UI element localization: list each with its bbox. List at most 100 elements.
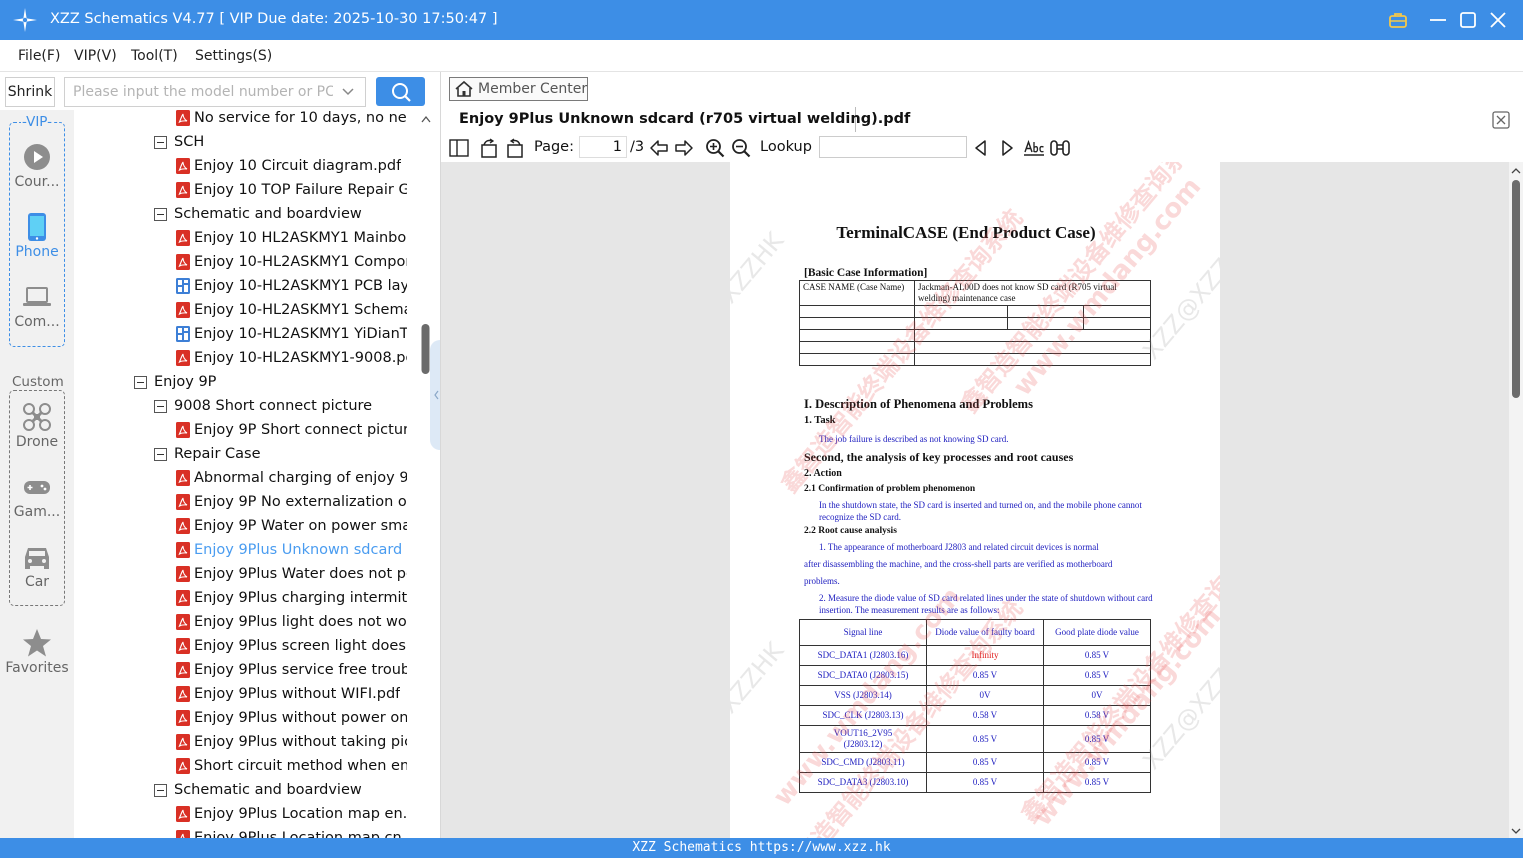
- tree-item-label: Enjoy 9Plus without taking picture: [194, 734, 407, 750]
- tree-file[interactable]: Enjoy 9Plus Unknown sdcard (r705: [176, 538, 407, 562]
- tree-file[interactable]: Enjoy 10 HL2ASKMY1 Mainboard: [176, 226, 407, 250]
- drone-icon: [23, 403, 51, 431]
- tree-file[interactable]: Enjoy 9Plus without taking picture: [176, 730, 407, 754]
- find-all-button[interactable]: [1049, 137, 1071, 159]
- tree-file[interactable]: Enjoy 9Plus screen light does not: [176, 634, 407, 658]
- tree-file[interactable]: No service for 10 days, no network: [176, 110, 407, 130]
- menu-tool[interactable]: Tool(T): [131, 48, 178, 64]
- lookup-label: Lookup: [760, 139, 812, 155]
- minimize-button[interactable]: [1426, 8, 1450, 32]
- app-logo-icon: [13, 8, 37, 32]
- pdf-viewer[interactable]: TerminalCASE (End Product Case) [Basic C…: [441, 162, 1523, 838]
- pdf-file-icon: [176, 638, 190, 654]
- find-previous-button[interactable]: [971, 137, 991, 159]
- tree-file[interactable]: Enjoy 10-HL2ASKMY1 PCB layer: [176, 274, 407, 298]
- match-case-button[interactable]: [1023, 137, 1045, 159]
- sidebar-item-game[interactable]: Gam...: [0, 472, 74, 520]
- tree-file[interactable]: Enjoy 9Plus service free trouble: [176, 658, 407, 682]
- collapse-toggle-icon[interactable]: [134, 375, 147, 389]
- toggle-thumbnails-button[interactable]: [449, 137, 469, 159]
- tree-file[interactable]: Enjoy 9Plus Location map en.pdf: [176, 802, 407, 826]
- doc-section-2: Second, the analysis of key processes an…: [804, 450, 1074, 464]
- collapse-toggle-icon[interactable]: [154, 207, 167, 221]
- rotate-right-button[interactable]: [505, 137, 525, 159]
- viewer-scroll-thumb[interactable]: [1512, 180, 1520, 398]
- search-input[interactable]: [73, 82, 333, 102]
- chevron-down-icon[interactable]: [341, 85, 355, 99]
- page-number-input[interactable]: [579, 136, 627, 158]
- tree-file[interactable]: Abnormal charging of enjoy 9P: [176, 466, 407, 490]
- doc-paragraph-2-2a: 1. The appearance of motherboard J2803 a…: [819, 542, 1099, 552]
- tree-folder[interactable]: Enjoy 9P: [134, 370, 407, 394]
- sidebar-item-computer[interactable]: Com...: [0, 282, 74, 330]
- tree-file[interactable]: Enjoy 9Plus light does not work: [176, 610, 407, 634]
- pdf-file-icon: [176, 254, 190, 270]
- tab-document[interactable]: Enjoy 9Plus Unknown sdcard (r705 virtual…: [449, 107, 910, 132]
- tree-scrollbar[interactable]: [420, 110, 432, 838]
- menu-vip[interactable]: VIP(V): [74, 48, 117, 64]
- sidebar-item-car[interactable]: Car: [0, 542, 74, 590]
- scroll-down-icon[interactable]: [1509, 824, 1523, 838]
- viewer-scrollbar[interactable]: [1509, 162, 1523, 838]
- title-bar: XZZ Schematics V4.77 [ VIP Due date: 202…: [0, 0, 1523, 40]
- tree-file[interactable]: Enjoy 9P No externalization of mic: [176, 490, 407, 514]
- tree-file[interactable]: Enjoy 9Plus without power on.pdf: [176, 706, 407, 730]
- zoom-out-icon: [732, 139, 751, 158]
- tree-file[interactable]: Enjoy 9Plus charging intermittent: [176, 586, 407, 610]
- tree-folder[interactable]: 9008 Short connect picture: [154, 394, 407, 418]
- zoom-out-button[interactable]: [731, 137, 751, 159]
- tree-item-label: Enjoy 10-HL2ASKMY1 Component: [194, 254, 407, 270]
- tree-file[interactable]: Enjoy 9P Water on power small: [176, 514, 407, 538]
- tree-file[interactable]: Enjoy 10-HL2ASKMY1 Schematic: [176, 298, 407, 322]
- tree-file[interactable]: Enjoy 10 TOP Failure Repair Guide: [176, 178, 407, 202]
- sidebar-item-phone[interactable]: Phone: [0, 212, 74, 260]
- zoom-in-button[interactable]: [705, 137, 725, 159]
- member-center-button[interactable]: Member Center: [449, 77, 588, 101]
- collapse-toggle-icon[interactable]: [154, 783, 167, 797]
- find-next-button[interactable]: [997, 137, 1017, 159]
- tree-folder[interactable]: SCH: [154, 130, 407, 154]
- menu-file[interactable]: File(F): [18, 48, 60, 64]
- scroll-up-icon[interactable]: [1509, 164, 1523, 178]
- maximize-button[interactable]: [1456, 8, 1480, 32]
- sidebar-item-favorites[interactable]: Favorites: [0, 628, 74, 676]
- tree-file[interactable]: Enjoy 10 Circuit diagram.pdf: [176, 154, 407, 178]
- sidebar-item-drone[interactable]: Drone: [0, 402, 74, 450]
- triangle-right-icon: [1002, 140, 1013, 156]
- next-page-button[interactable]: [674, 137, 694, 159]
- tree-file[interactable]: Enjoy 10-HL2ASKMY1 YiDianTong: [176, 322, 407, 346]
- vip-lock-button[interactable]: [1386, 8, 1410, 32]
- match-case-icon: [1024, 139, 1044, 156]
- collapse-toggle-icon[interactable]: [154, 447, 167, 461]
- search-button[interactable]: [376, 77, 425, 106]
- tree-file[interactable]: Short circuit method when enjoy: [176, 754, 407, 778]
- collapse-toggle-icon[interactable]: [154, 135, 167, 149]
- tree-file[interactable]: Enjoy 9Plus without WIFI.pdf: [176, 682, 407, 706]
- sidebar-item-courses[interactable]: Cour...: [0, 142, 74, 190]
- collapse-toggle-icon[interactable]: [154, 399, 167, 413]
- tree-file[interactable]: Enjoy 10-HL2ASKMY1-9008.pdf: [176, 346, 407, 370]
- watermark-xzz: XZZ@XZZHK: [730, 637, 790, 775]
- tree-file[interactable]: Enjoy 10-HL2ASKMY1 Component: [176, 250, 407, 274]
- tree-file[interactable]: Enjoy 9Plus Location map cn.pdf: [176, 826, 407, 838]
- close-tab-icon[interactable]: [1491, 110, 1511, 130]
- shrink-button[interactable]: Shrink: [5, 77, 55, 107]
- menu-settings[interactable]: Settings(S): [195, 48, 272, 64]
- pdf-file-icon: [176, 590, 190, 606]
- sidebar-item-label: Phone: [15, 244, 59, 260]
- close-button[interactable]: [1486, 8, 1510, 32]
- close-icon: [1490, 12, 1506, 28]
- rotate-right-icon: [507, 138, 523, 158]
- tree-item-label: Schematic and boardview: [174, 782, 362, 798]
- tree-folder[interactable]: Schematic and boardview: [154, 778, 407, 802]
- tree-folder[interactable]: Schematic and boardview: [154, 202, 407, 226]
- sidebar-item-label: Gam...: [13, 504, 61, 520]
- pdf-file-icon: [176, 350, 190, 366]
- tree-file[interactable]: Enjoy 9P Short connect picture.: [176, 418, 407, 442]
- tree-folder[interactable]: Repair Case: [154, 442, 407, 466]
- prev-page-button[interactable]: [649, 137, 669, 159]
- rotate-left-button[interactable]: [479, 137, 499, 159]
- lookup-input[interactable]: [819, 136, 967, 158]
- tree-item-label: Enjoy 9Plus service free trouble: [194, 662, 407, 678]
- tree-file[interactable]: Enjoy 9Plus Water does not power: [176, 562, 407, 586]
